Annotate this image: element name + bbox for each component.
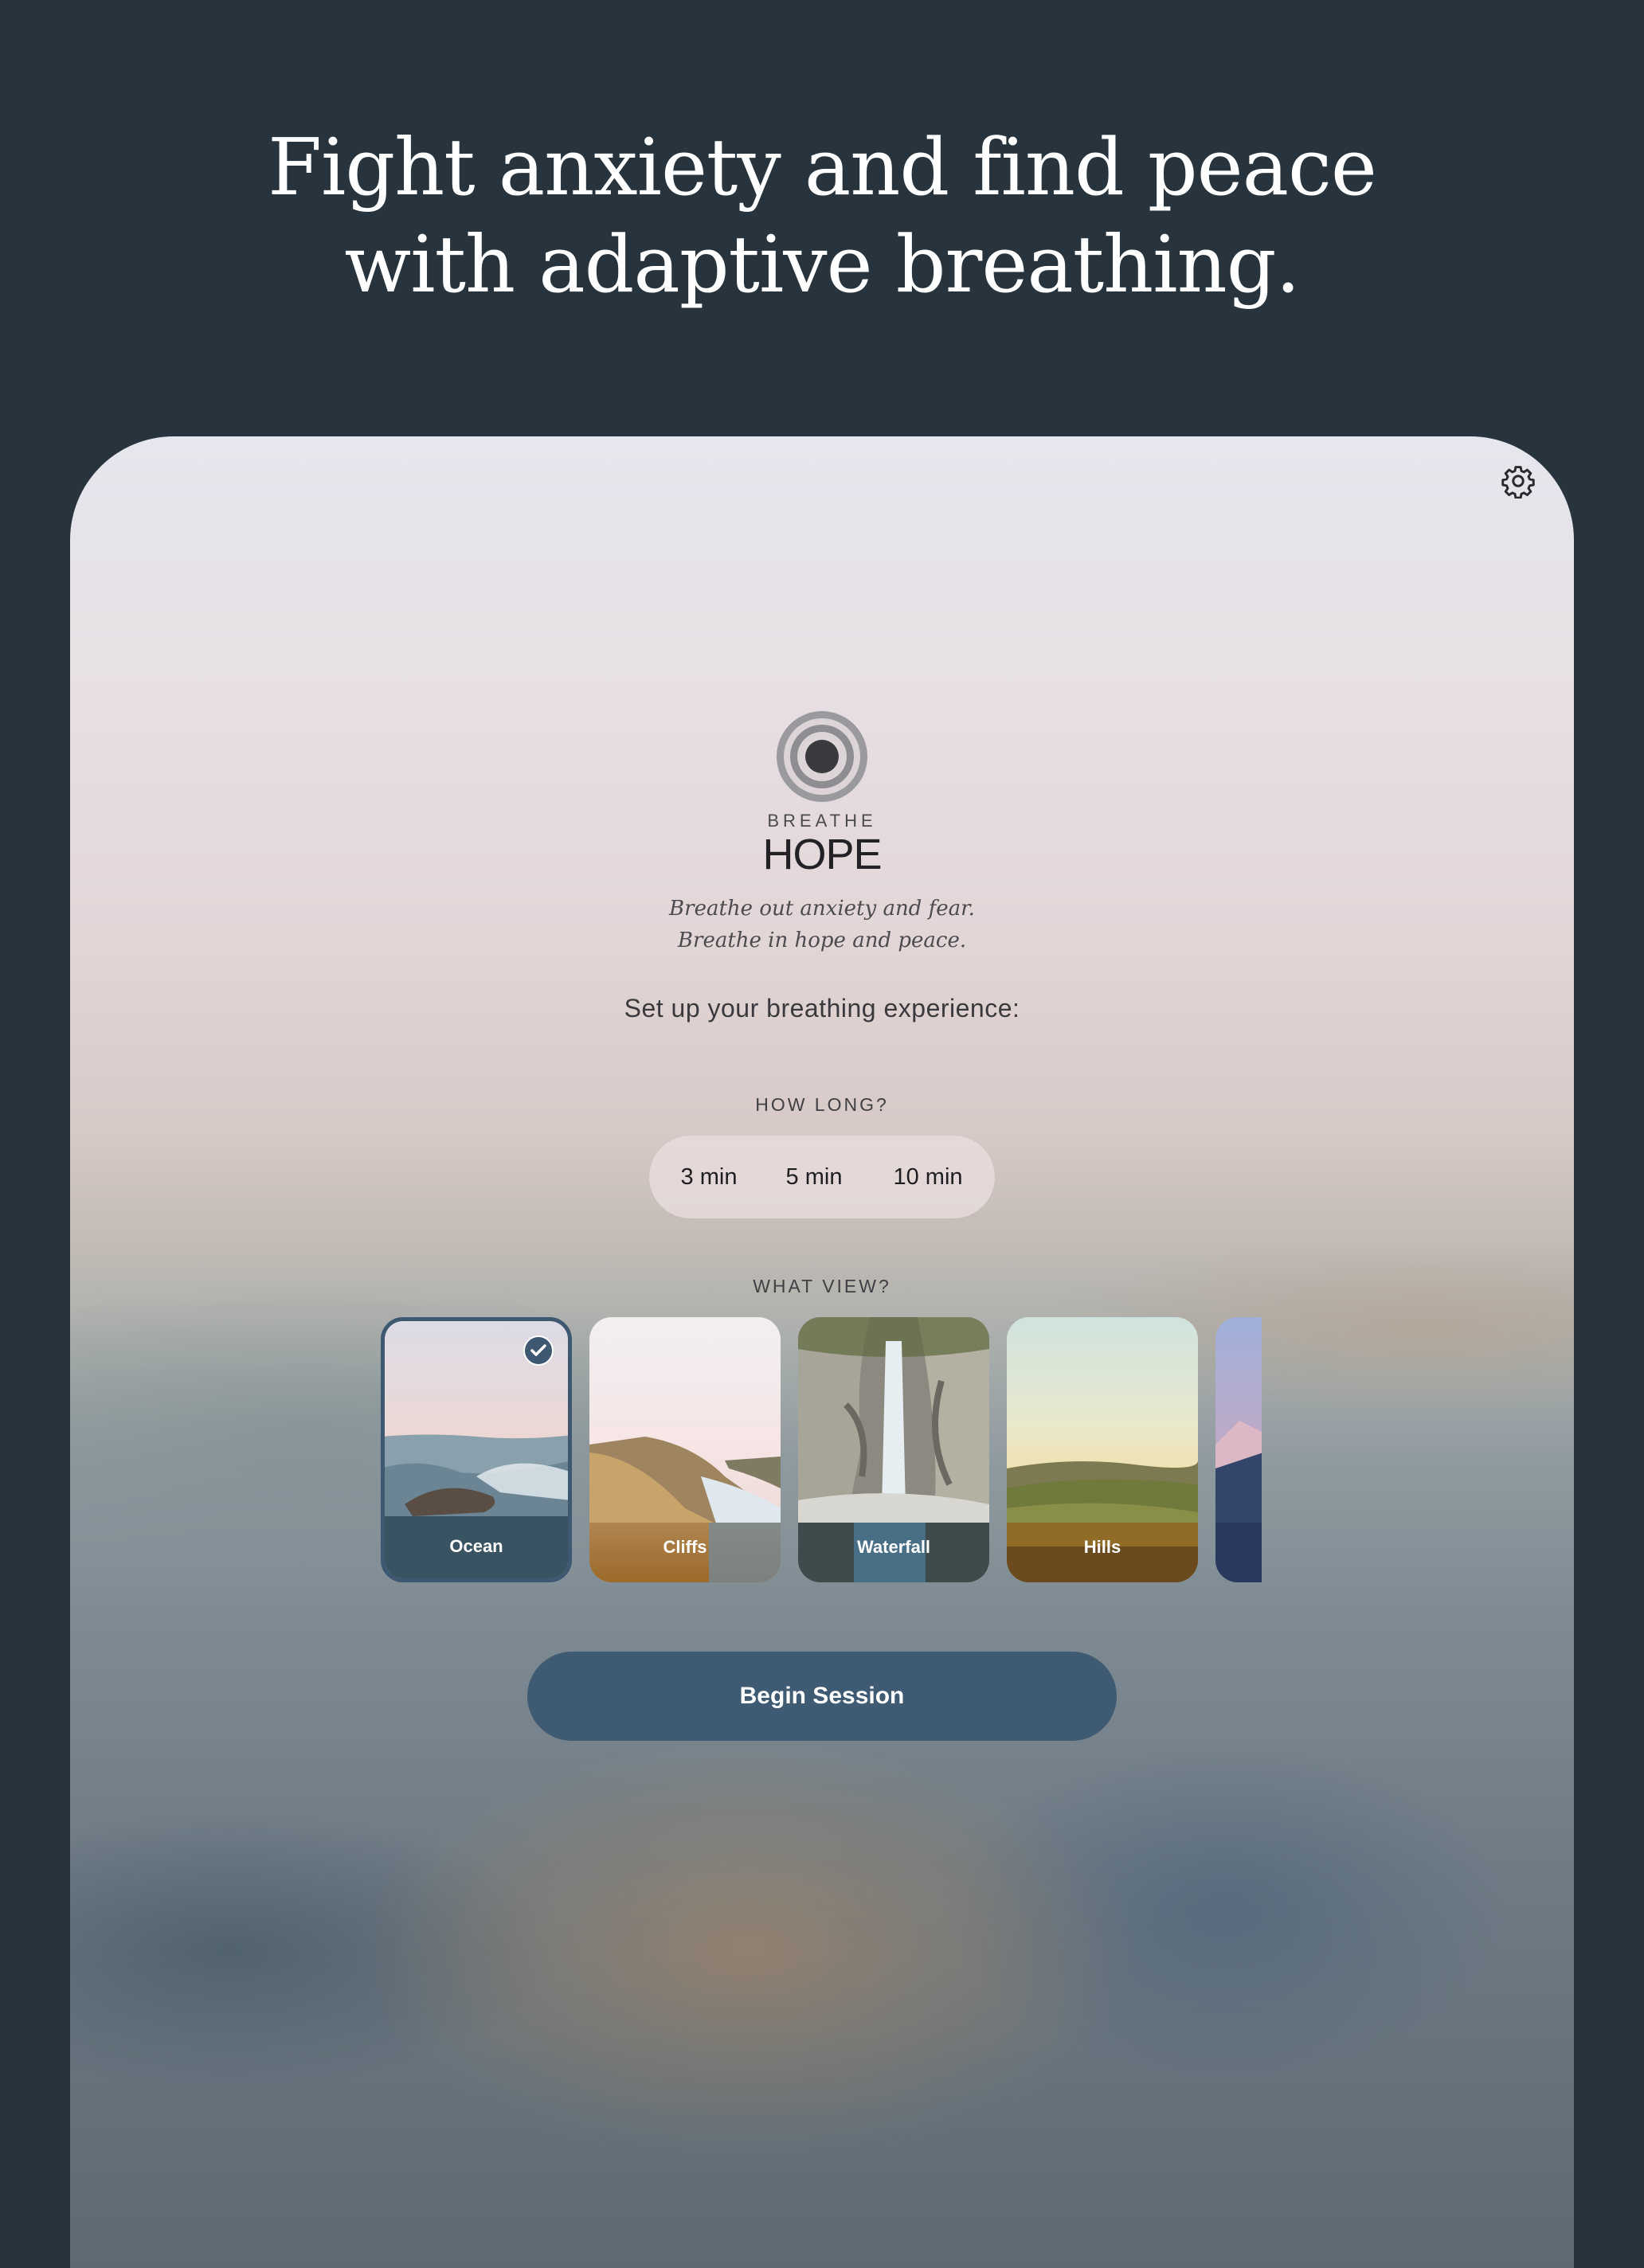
- begin-session-button[interactable]: Begin Session: [527, 1652, 1117, 1741]
- tagline-line-2: Breathe in hope and peace.: [677, 929, 967, 952]
- concentric-circles-icon: [777, 711, 867, 802]
- brand-wordmark-small: BREATHE: [767, 811, 877, 831]
- view-card-partial[interactable]: [1215, 1317, 1262, 1582]
- duration-option-5-min[interactable]: 5 min: [770, 1136, 858, 1218]
- selected-check-icon: [523, 1335, 554, 1366]
- app-screen: BREATHE HOPE Breathe out anxiety and fea…: [70, 436, 1574, 2268]
- view-card-label: Cliffs: [663, 1537, 707, 1557]
- tagline-line-1: Breathe out anxiety and fear.: [669, 897, 975, 921]
- headline: Fight anxiety and find peace with adapti…: [0, 119, 1644, 314]
- headline-line-2: with adaptive breathing.: [344, 220, 1300, 311]
- view-card-label: Waterfall: [856, 1537, 931, 1557]
- mountain-thumbnail: [1215, 1317, 1262, 1582]
- how-long-label: HOW LONG?: [755, 1094, 889, 1115]
- duration-option-3-min[interactable]: 3 min: [665, 1136, 753, 1218]
- view-card-waterfall[interactable]: Waterfall: [798, 1317, 989, 1582]
- view-card-label: Ocean: [449, 1536, 503, 1556]
- gear-icon[interactable]: [1501, 463, 1536, 499]
- what-view-label: WHAT VIEW?: [753, 1276, 891, 1296]
- duration-option-10-min[interactable]: 10 min: [877, 1136, 979, 1218]
- view-card-hills[interactable]: Hills: [1007, 1317, 1198, 1582]
- duration-selector: 3 min 5 min 10 min: [649, 1136, 995, 1218]
- view-card-ocean[interactable]: Ocean: [381, 1317, 572, 1582]
- headline-line-1: Fight anxiety and find peace: [268, 123, 1377, 213]
- setup-prompt: Set up your breathing experience:: [624, 994, 1020, 1023]
- view-carousel[interactable]: Ocean Cliffs Waterfall Hills: [381, 1317, 1262, 1584]
- view-card-label: Hills: [1083, 1537, 1121, 1557]
- view-card-cliffs[interactable]: Cliffs: [589, 1317, 781, 1582]
- brand-wordmark: HOPE: [762, 831, 882, 878]
